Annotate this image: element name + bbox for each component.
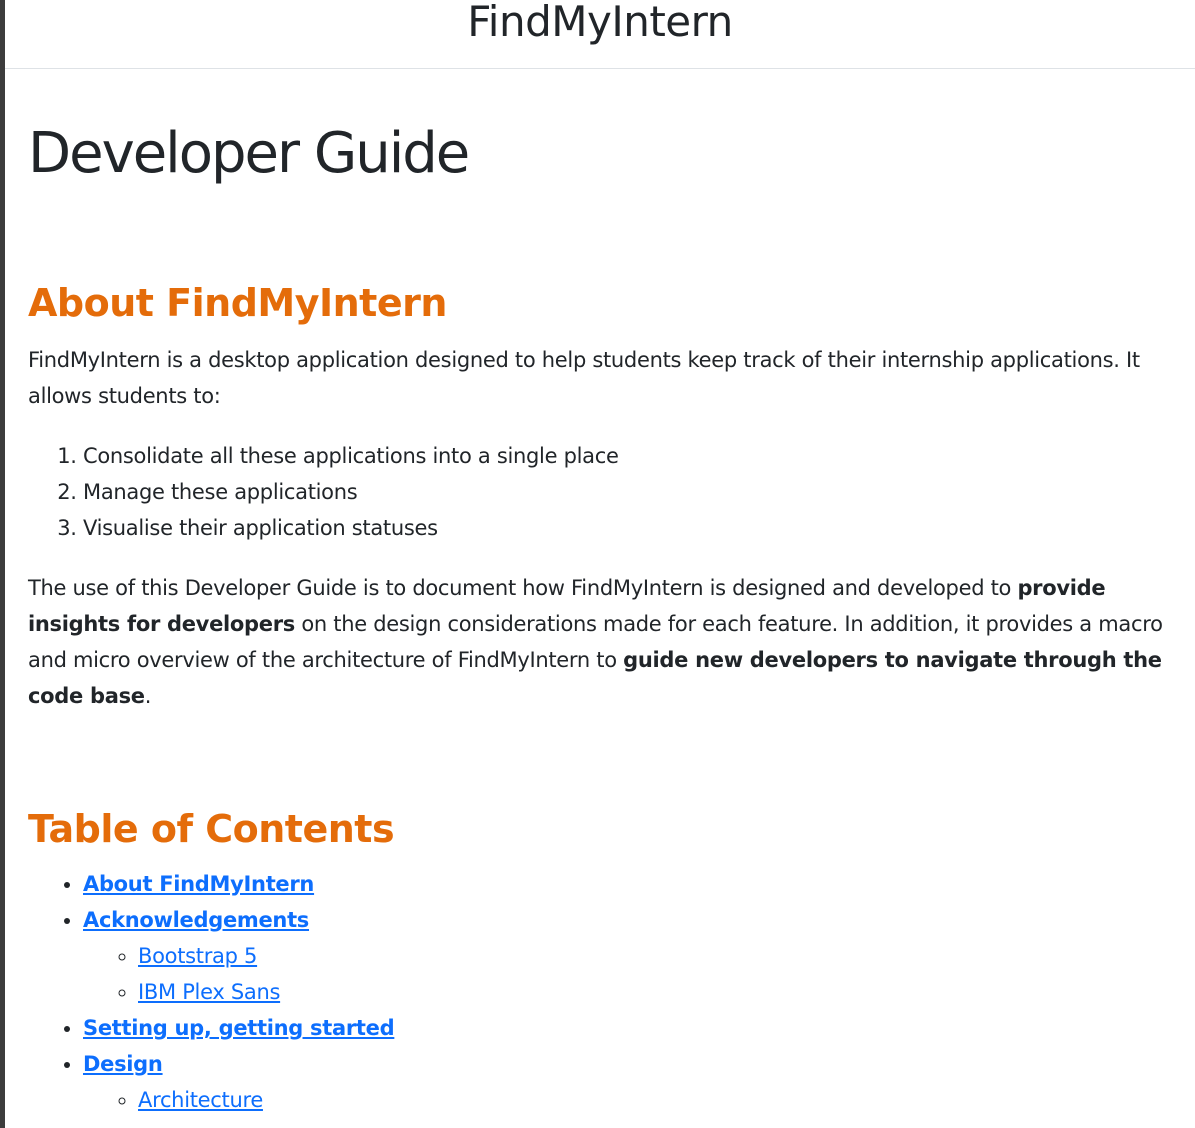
toc-sublist: Bootstrap 5 IBM Plex Sans xyxy=(83,938,394,1010)
toc-item: Design Architecture xyxy=(83,1046,394,1118)
toc-subitem: IBM Plex Sans xyxy=(138,974,394,1010)
toc-subitem: Bootstrap 5 xyxy=(138,938,394,974)
table-of-contents: About FindMyIntern Acknowledgements Boot… xyxy=(28,866,395,1118)
toc-sublist: Architecture xyxy=(83,1082,394,1118)
toc-item: Setting up, getting started xyxy=(83,1010,395,1046)
feature-list: Consolidate all these applications into … xyxy=(28,438,619,546)
purpose-text-1: The use of this Developer Guide is to do… xyxy=(28,576,1018,600)
toc-link-about[interactable]: About FindMyIntern xyxy=(83,872,314,896)
list-item: Visualise their application statuses xyxy=(83,510,619,546)
list-item: Manage these applications xyxy=(83,474,619,510)
toc-link-architecture[interactable]: Architecture xyxy=(138,1088,263,1112)
purpose-text-3: . xyxy=(144,684,152,708)
toc-item: Acknowledgements Bootstrap 5 IBM Plex Sa… xyxy=(83,902,394,1010)
site-header: FindMyIntern xyxy=(5,0,1195,69)
toc-item: About FindMyIntern xyxy=(83,866,394,902)
toc-link-ibm-plex-sans[interactable]: IBM Plex Sans xyxy=(138,980,280,1004)
toc-link-acknowledgements[interactable]: Acknowledgements xyxy=(83,908,309,932)
toc-link-setting-up[interactable]: Setting up, getting started xyxy=(83,1016,395,1040)
purpose-paragraph: The use of this Developer Guide is to do… xyxy=(28,570,1176,714)
about-intro-paragraph: FindMyIntern is a desktop application de… xyxy=(28,348,1140,408)
toc-heading: Table of Contents xyxy=(28,807,395,851)
window-left-edge xyxy=(0,0,5,1128)
page: FindMyIntern Developer Guide About FindM… xyxy=(0,0,1195,1128)
page-title: Developer Guide xyxy=(28,121,470,186)
toc-subitem: Architecture xyxy=(138,1082,394,1118)
about-heading: About FindMyIntern xyxy=(28,281,447,325)
list-item: Consolidate all these applications into … xyxy=(83,438,619,474)
toc-link-design[interactable]: Design xyxy=(83,1052,163,1076)
toc-link-bootstrap[interactable]: Bootstrap 5 xyxy=(138,944,257,968)
site-title-link[interactable]: FindMyIntern xyxy=(5,0,1195,50)
